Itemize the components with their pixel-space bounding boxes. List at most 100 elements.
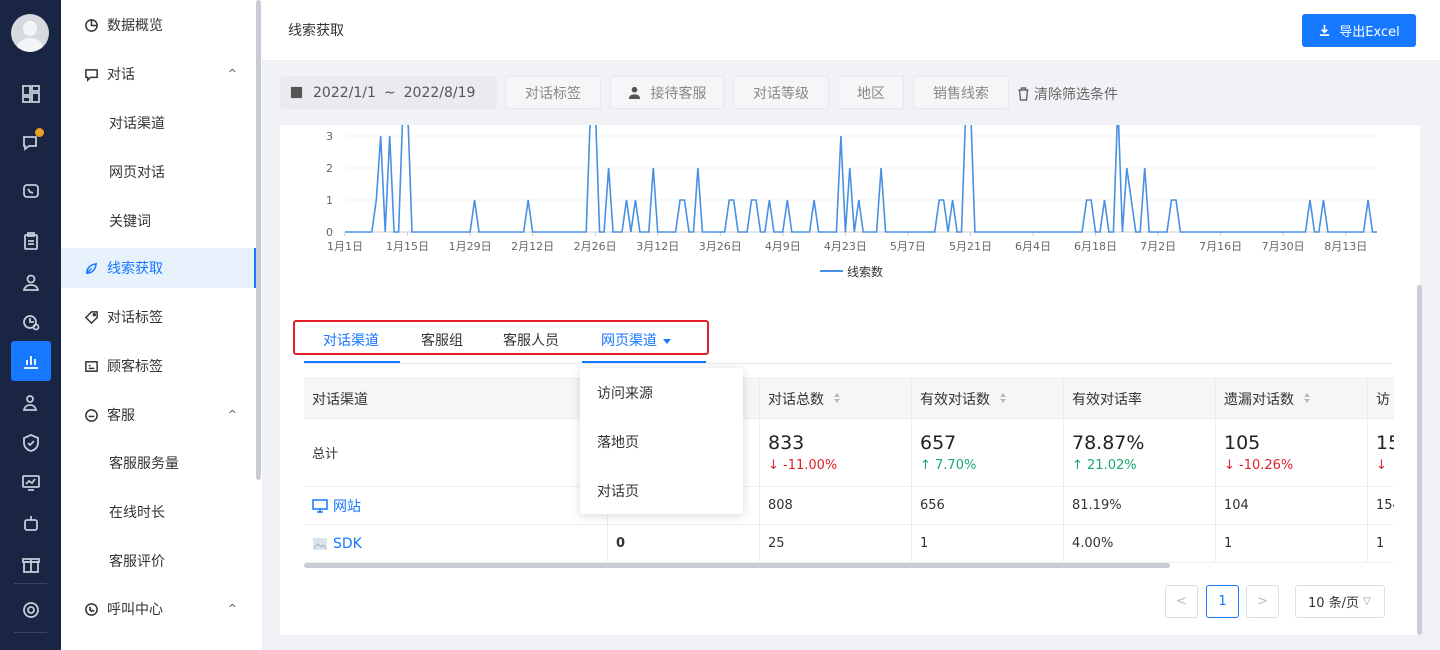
table-cell: 81.19%: [1064, 487, 1216, 525]
content-scrollbar[interactable]: [1417, 285, 1422, 635]
menu-item-channel[interactable]: 对话渠道: [61, 103, 255, 143]
menu-item-overview[interactable]: 数据概览: [61, 5, 255, 45]
col-visits: 访: [1368, 379, 1394, 419]
chat-icon: [83, 66, 99, 82]
sales-lead-filter[interactable]: 销售线索: [913, 76, 1009, 109]
menu-item-service-rating[interactable]: 客服评价: [61, 541, 255, 581]
channel-link-website[interactable]: 网站: [312, 496, 361, 516]
tab-web-channel[interactable]: 网页渠道: [601, 330, 671, 350]
series-line-leads: [345, 125, 1377, 233]
y-tick-label: 2: [326, 162, 333, 175]
chevron-down-icon: ▽: [1363, 596, 1371, 607]
table-cell: 1: [912, 525, 1064, 563]
sort-icon[interactable]: [834, 393, 841, 404]
monitor-icon: [312, 498, 328, 513]
x-tick-label: 5月21日: [949, 240, 992, 253]
menu-group-service[interactable]: 客服 ^: [61, 395, 255, 435]
page-1-button[interactable]: 1: [1206, 585, 1239, 618]
analytics-icon[interactable]: [0, 302, 61, 342]
gift-icon[interactable]: [0, 544, 61, 584]
agent-filter[interactable]: 接待客服: [610, 76, 724, 109]
total-cell: 78.87% ↑ 21.02%: [1064, 419, 1216, 487]
table-hscrollbar[interactable]: [304, 563, 1170, 568]
menu-item-conv-tag[interactable]: 对话标签: [61, 297, 255, 337]
shield-icon[interactable]: [0, 423, 61, 463]
conv-tag-filter[interactable]: 对话标签: [505, 76, 601, 109]
phone-chat-icon[interactable]: [0, 172, 61, 212]
tabs-baseline: [304, 363, 1392, 364]
col-valid[interactable]: 有效对话数: [912, 379, 1064, 419]
x-tick-label: 2月26日: [574, 240, 617, 253]
menu-item-web-chat[interactable]: 网页对话: [61, 152, 255, 192]
clipboard-icon[interactable]: [0, 221, 61, 261]
x-tick-label: 7月16日: [1199, 240, 1242, 253]
menu-scrollbar[interactable]: [256, 0, 261, 480]
x-tick-label: 5月7日: [890, 240, 926, 253]
table-cell: 808: [760, 487, 912, 525]
bar-chart-icon[interactable]: [11, 341, 51, 381]
sort-icon[interactable]: [1000, 393, 1007, 404]
legend-label: 线索数: [847, 264, 883, 279]
monitor-icon[interactable]: [0, 463, 61, 503]
col-missed[interactable]: 遗漏对话数: [1216, 379, 1368, 419]
y-tick-label: 1: [326, 194, 333, 207]
avatar[interactable]: [11, 14, 49, 52]
tab-conversation-channel[interactable]: 对话渠道: [323, 330, 379, 350]
menu-item-lead[interactable]: 线索获取: [61, 248, 257, 288]
page-size-select[interactable]: 10 条/页 ▽: [1295, 585, 1385, 618]
menu-item-service-volume[interactable]: 客服服务量: [61, 443, 255, 483]
dropdown-item-source[interactable]: 访问来源: [597, 383, 653, 403]
x-tick-label: 1月1日: [327, 240, 363, 253]
prev-page-button[interactable]: <: [1165, 585, 1198, 618]
chat-bubbles-icon[interactable]: [0, 123, 61, 163]
y-tick-label: 0: [326, 226, 333, 239]
level-filter[interactable]: 对话等级: [733, 76, 829, 109]
date-range-picker[interactable]: 2022/1/1 ~ 2022/8/19: [280, 76, 497, 109]
table-cell: 656: [912, 487, 1064, 525]
tab-indicator: [304, 361, 400, 363]
table-row: 网站: [304, 487, 608, 525]
user-icon: [628, 86, 640, 99]
menu-item-customer-tag[interactable]: 顾客标签: [61, 346, 255, 386]
tab-service-staff[interactable]: 客服人员: [503, 330, 559, 350]
trash-icon: [1018, 87, 1029, 101]
phone-icon: [83, 601, 99, 617]
x-tick-label: 2月12日: [511, 240, 554, 253]
tab-service-group[interactable]: 客服组: [421, 330, 463, 350]
menu-item-keywords[interactable]: 关键词: [61, 201, 255, 241]
channel-link-sdk[interactable]: SDK: [312, 536, 362, 552]
next-page-button[interactable]: >: [1246, 585, 1279, 618]
region-filter[interactable]: 地区: [838, 76, 904, 109]
tag-icon: [83, 309, 99, 325]
image-icon: [313, 537, 327, 550]
robot-icon[interactable]: [0, 503, 61, 543]
lead-icon: [83, 260, 99, 276]
clear-filters-link[interactable]: 清除筛选条件: [1017, 84, 1118, 104]
calendar-icon: [290, 86, 303, 99]
menu-group-conversation[interactable]: 对话 ^: [61, 54, 255, 94]
total-cell: 105 ↓ -10.26%: [1216, 419, 1368, 487]
table-row: SDK: [304, 525, 608, 563]
lead-line-chart: 0 1 2 3 1月1日 1月15日 1月29日 2月12日 2月26日 3月12日 3月26日 4月…: [326, 125, 1377, 279]
download-icon: [1320, 24, 1330, 36]
dashboard-icon[interactable]: [0, 74, 61, 114]
menu-item-online-time[interactable]: 在线时长: [61, 492, 255, 532]
icon-rail: [0, 0, 61, 650]
x-tick-label: 6月4日: [1015, 240, 1051, 253]
dropdown-item-landing[interactable]: 落地页: [597, 432, 639, 452]
user-icon[interactable]: [0, 262, 61, 302]
export-excel-button[interactable]: 导出Excel: [1302, 14, 1416, 47]
table-cell: 1: [1368, 525, 1394, 563]
team-icon[interactable]: [0, 383, 61, 423]
dropdown-item-chat-page[interactable]: 对话页: [597, 481, 639, 501]
col-total[interactable]: 对话总数: [760, 379, 912, 419]
y-tick-label: 3: [326, 130, 333, 143]
settings-icon[interactable]: [0, 590, 61, 630]
sort-icon[interactable]: [1304, 393, 1311, 404]
total-cell: 657 ↑ 7.70%: [912, 419, 1064, 487]
table-cell: 4.00%: [1064, 525, 1216, 563]
x-tick-label: 1月29日: [449, 240, 492, 253]
col-channel: 对话渠道: [304, 379, 608, 419]
menu-group-call-center[interactable]: 呼叫中心 ^: [61, 589, 255, 629]
x-tick-label: 7月30日: [1262, 240, 1305, 253]
